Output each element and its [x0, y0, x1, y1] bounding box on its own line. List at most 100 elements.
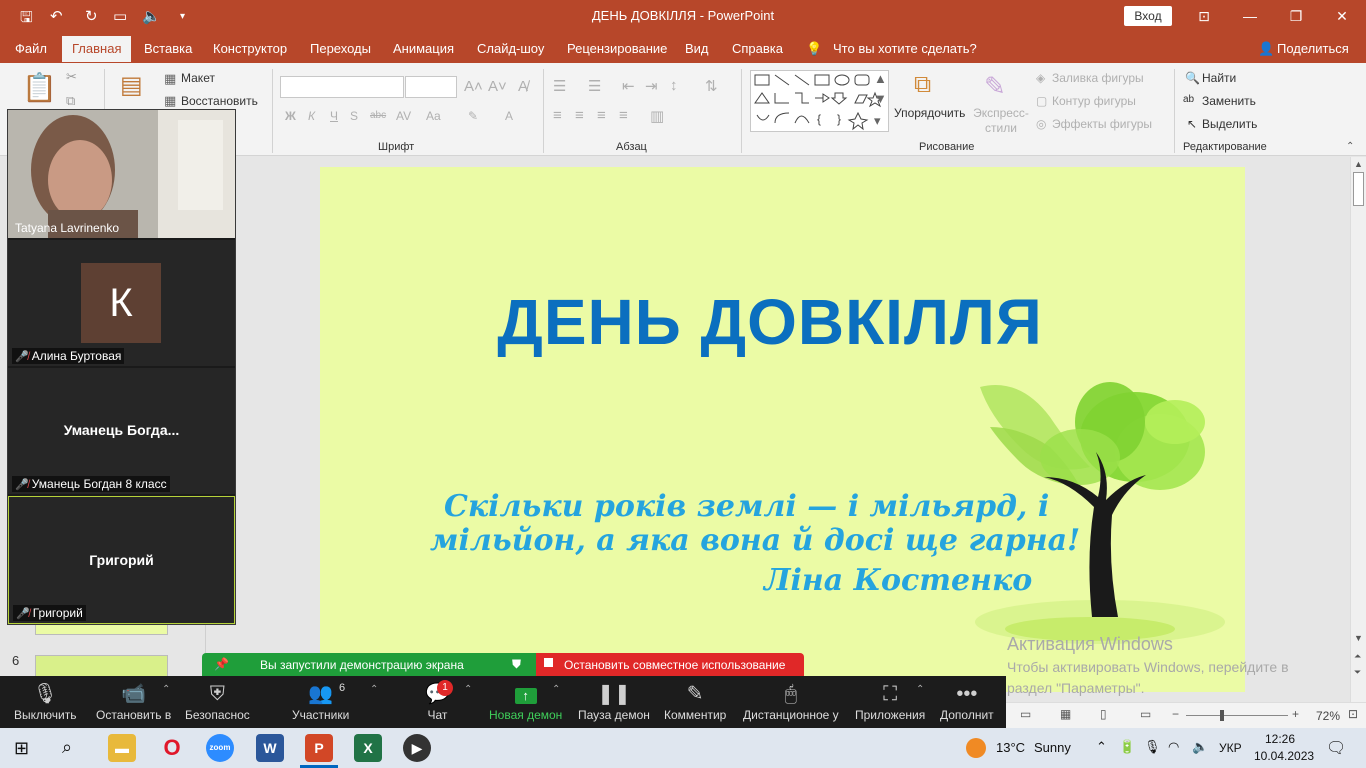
paste-icon[interactable]: 📋	[22, 71, 57, 104]
participant-tile[interactable]: Уманець Богда... 🎤̸ Уманець Богдан 8 клас…	[8, 368, 235, 494]
apps-chevron-icon[interactable]: ⌃	[916, 684, 924, 695]
signin-button[interactable]: Вход	[1124, 6, 1172, 26]
prev-slide-icon[interactable]: ⏶	[1354, 651, 1361, 662]
zoom-slider[interactable]	[1186, 715, 1288, 716]
replace-button[interactable]: Заменить	[1202, 94, 1256, 108]
shape-effects-button[interactable]: Эффекты фигуры	[1052, 117, 1152, 131]
battery-icon[interactable]: 🔋	[1119, 739, 1135, 755]
quick-styles-button[interactable]: Экспресс-стили	[972, 106, 1030, 136]
chat-chevron-icon[interactable]: ⌃	[464, 684, 472, 695]
shrink-font-icon[interactable]: A˅	[488, 78, 507, 95]
shape-fill-button[interactable]: Заливка фигуры	[1052, 71, 1144, 85]
pause-share-button[interactable]: ❚❚ Пауза демон	[578, 680, 650, 722]
language-indicator[interactable]: УКР	[1219, 741, 1242, 755]
font-name-combo[interactable]	[280, 76, 404, 98]
notification-icon[interactable]: 🗨	[1326, 738, 1346, 758]
indent-inc-icon[interactable]: ⇥	[645, 77, 658, 95]
share-chevron-icon[interactable]: ⌃	[552, 684, 560, 695]
justify-icon[interactable]: ≡	[619, 107, 628, 124]
collapse-ribbon-icon[interactable]: ⌃	[1346, 141, 1354, 152]
slideshow-icon[interactable]: ▭	[1140, 707, 1151, 721]
tab-review[interactable]: Рецензирование	[567, 41, 667, 56]
scroll-thumb[interactable]	[1353, 172, 1364, 206]
clock-date[interactable]: 10.04.2023	[1254, 749, 1314, 763]
word-icon[interactable]: W	[256, 734, 284, 762]
vertical-scrollbar[interactable]: ▲ ▼ ⏶ ⏷	[1350, 157, 1366, 702]
arrange-button[interactable]: Упорядочить	[894, 106, 965, 120]
layout-button[interactable]: Макет	[181, 71, 215, 85]
gallery-more-icon[interactable]: ▾	[874, 113, 881, 129]
spacing-icon[interactable]: AV	[396, 109, 411, 123]
wifi-icon[interactable]: ◠	[1168, 739, 1179, 755]
powerpoint-icon[interactable]: P	[305, 734, 333, 762]
close-button[interactable]: ✕	[1319, 4, 1365, 28]
weather-temp[interactable]: 13°C	[996, 740, 1025, 755]
grow-font-icon[interactable]: A˄	[464, 78, 483, 95]
quick-styles-icon[interactable]: ✎	[984, 71, 1006, 102]
highlight-icon[interactable]: ✎	[468, 109, 478, 123]
find-button[interactable]: Найти	[1202, 71, 1236, 85]
slide-title[interactable]: ДЕНЬ ДОВКІЛЛЯ	[320, 285, 1220, 359]
font-size-combo[interactable]	[405, 76, 457, 98]
zoom-app-icon[interactable]: zoom	[206, 734, 234, 762]
tab-file[interactable]: Файл	[15, 41, 47, 56]
windows-start-icon[interactable]: ⊞	[14, 738, 29, 759]
participant-video-tile[interactable]: Tatyana Lavrinenko	[8, 110, 235, 238]
mute-button[interactable]: 🎙 Выключить	[14, 680, 76, 722]
participant-tile[interactable]: К 🎤̸ Алина Буртовая	[8, 240, 235, 366]
copy-icon[interactable]: ⧉	[66, 93, 75, 109]
slide-sorter-icon[interactable]: ▦	[1060, 707, 1071, 721]
normal-view-icon[interactable]: ▭	[1020, 707, 1031, 721]
next-slide-icon[interactable]: ⏷	[1354, 667, 1361, 678]
bullets-icon[interactable]: ☰	[553, 77, 566, 95]
volume-icon[interactable]: 🔈	[1192, 739, 1208, 755]
ribbon-display-icon[interactable]: ⊡	[1181, 4, 1227, 28]
quote-author[interactable]: Ліна Костенко	[764, 563, 1032, 598]
tab-transitions[interactable]: Переходы	[310, 41, 371, 56]
tab-slideshow[interactable]: Слайд-шоу	[477, 41, 544, 56]
quote-line-1[interactable]: Скільки років землі — і мільярд, і	[444, 489, 1049, 524]
tab-home[interactable]: Главная	[62, 36, 132, 62]
shadow-icon[interactable]: S	[350, 109, 358, 123]
numbering-icon[interactable]: ☰	[588, 77, 601, 95]
participants-chevron-icon[interactable]: ⌃	[370, 684, 378, 695]
shapes-gallery[interactable]: {}	[750, 70, 889, 132]
weather-sun-icon[interactable]	[966, 738, 986, 758]
tab-help[interactable]: Справка	[732, 41, 783, 56]
shape-outline-button[interactable]: Контур фигуры	[1052, 94, 1136, 108]
select-button[interactable]: Выделить	[1202, 117, 1257, 131]
excel-icon[interactable]: X	[354, 734, 382, 762]
media-player-icon[interactable]: ▶	[403, 734, 431, 762]
quote-line-2[interactable]: мільйон, а яка вона й досі ще гарна!	[430, 523, 1080, 558]
fit-slide-icon[interactable]: ⊡	[1348, 707, 1358, 721]
cut-icon[interactable]: ✂	[66, 69, 77, 85]
more-button[interactable]: ••• Дополнит	[940, 680, 994, 722]
line-spacing-icon[interactable]: ↕	[670, 77, 678, 94]
tab-insert[interactable]: Вставка	[144, 41, 192, 56]
minimize-button[interactable]: —	[1227, 4, 1273, 28]
text-direction-icon[interactable]: ⇅	[705, 77, 718, 95]
tab-design[interactable]: Конструктор	[213, 41, 287, 56]
zoom-slider-thumb[interactable]	[1220, 710, 1224, 721]
stop-share-button[interactable]: Остановить совместное использование	[536, 653, 804, 676]
opera-icon[interactable]: O	[158, 734, 186, 762]
clock-time[interactable]: 12:26	[1265, 732, 1295, 746]
clear-format-icon[interactable]: A̸	[518, 78, 528, 95]
tell-me-search[interactable]: Что вы хотите сделать?	[833, 41, 977, 56]
reset-button[interactable]: Восстановить	[181, 94, 258, 108]
zoom-in-button[interactable]: +	[1292, 707, 1299, 721]
change-case-button[interactable]: Aa	[426, 109, 441, 123]
share-button[interactable]: Поделиться	[1277, 41, 1349, 56]
maximize-button[interactable]: ❐	[1273, 4, 1319, 28]
mic-tray-icon[interactable]: 🎙	[1144, 739, 1161, 755]
reading-view-icon[interactable]: ▯	[1100, 707, 1107, 721]
video-options-chevron-icon[interactable]: ⌃	[162, 684, 170, 695]
tab-view[interactable]: Вид	[685, 41, 709, 56]
arrange-icon[interactable]: ⧉	[914, 71, 931, 99]
weather-text[interactable]: Sunny	[1034, 740, 1071, 755]
gallery-down-icon[interactable]: ▼	[874, 91, 887, 106]
apps-button[interactable]: ⛶ Приложения	[855, 680, 925, 722]
align-right-icon[interactable]: ≡	[597, 107, 606, 124]
bold-button[interactable]: Ж	[285, 109, 296, 123]
columns-icon[interactable]: ▥	[650, 107, 664, 125]
